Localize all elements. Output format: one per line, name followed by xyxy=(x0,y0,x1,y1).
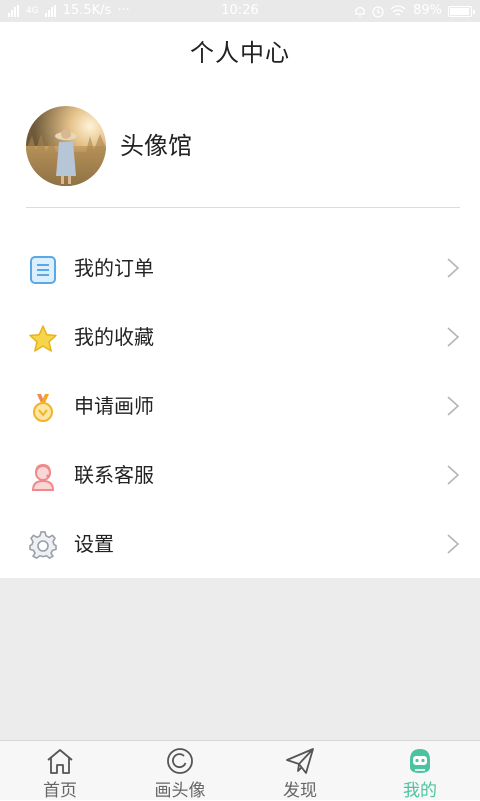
paper-plane-icon xyxy=(286,748,314,774)
chevron-right-icon xyxy=(447,327,460,347)
profile-name: 头像馆 xyxy=(120,132,192,160)
customer-service-icon xyxy=(31,463,55,491)
bottom-tab-bar: 首页 画头像 发现 我的 xyxy=(0,740,480,801)
divider xyxy=(26,207,460,208)
bell-icon xyxy=(355,6,366,17)
menu-item-contact-service[interactable]: 联系客服 xyxy=(0,441,480,510)
page-title: 个人中心 xyxy=(190,39,290,67)
tab-label: 首页 xyxy=(43,781,77,801)
profile-icon xyxy=(410,749,430,773)
menu-item-favorites[interactable]: 我的收藏 xyxy=(0,303,480,372)
menu-label: 申请画师 xyxy=(74,394,154,418)
tab-discover[interactable]: 发现 xyxy=(240,741,360,801)
chevron-right-icon xyxy=(447,465,460,485)
avatar[interactable] xyxy=(26,106,106,186)
chevron-right-icon xyxy=(447,534,460,554)
menu-item-apply-artist[interactable]: 申请画师 xyxy=(0,372,480,441)
tab-home[interactable]: 首页 xyxy=(0,741,120,801)
battery-icon xyxy=(448,5,475,17)
tab-mine[interactable]: 我的 xyxy=(360,741,480,801)
empty-background xyxy=(0,578,480,740)
alarm-icon xyxy=(372,6,384,18)
gear-icon xyxy=(29,531,57,559)
status-bar: 4G 15.5K/s ··· 10:26 89% xyxy=(0,0,480,22)
tab-label: 我的 xyxy=(403,781,437,801)
draw-icon xyxy=(167,748,193,774)
menu-label: 我的收藏 xyxy=(74,325,154,349)
menu-label: 我的订单 xyxy=(74,256,154,280)
chevron-right-icon xyxy=(447,396,460,416)
order-list-icon xyxy=(30,256,56,284)
wifi-call-icon xyxy=(390,5,406,16)
menu-list: 我的订单 我的收藏 申请画师 联系客服 设置 xyxy=(0,234,480,579)
star-icon xyxy=(29,325,57,352)
tab-label: 画头像 xyxy=(154,781,206,801)
medal-icon xyxy=(33,394,53,422)
profile-card[interactable]: 头像馆 xyxy=(26,106,460,186)
tab-label: 发现 xyxy=(283,781,317,801)
battery-percent: 89% xyxy=(413,3,442,18)
menu-item-orders[interactable]: 我的订单 xyxy=(0,234,480,303)
menu-label: 设置 xyxy=(74,532,114,556)
menu-label: 联系客服 xyxy=(74,463,154,487)
menu-item-settings[interactable]: 设置 xyxy=(0,510,480,579)
tab-draw-avatar[interactable]: 画头像 xyxy=(120,741,240,801)
home-icon xyxy=(47,749,73,774)
chevron-right-icon xyxy=(447,258,460,278)
